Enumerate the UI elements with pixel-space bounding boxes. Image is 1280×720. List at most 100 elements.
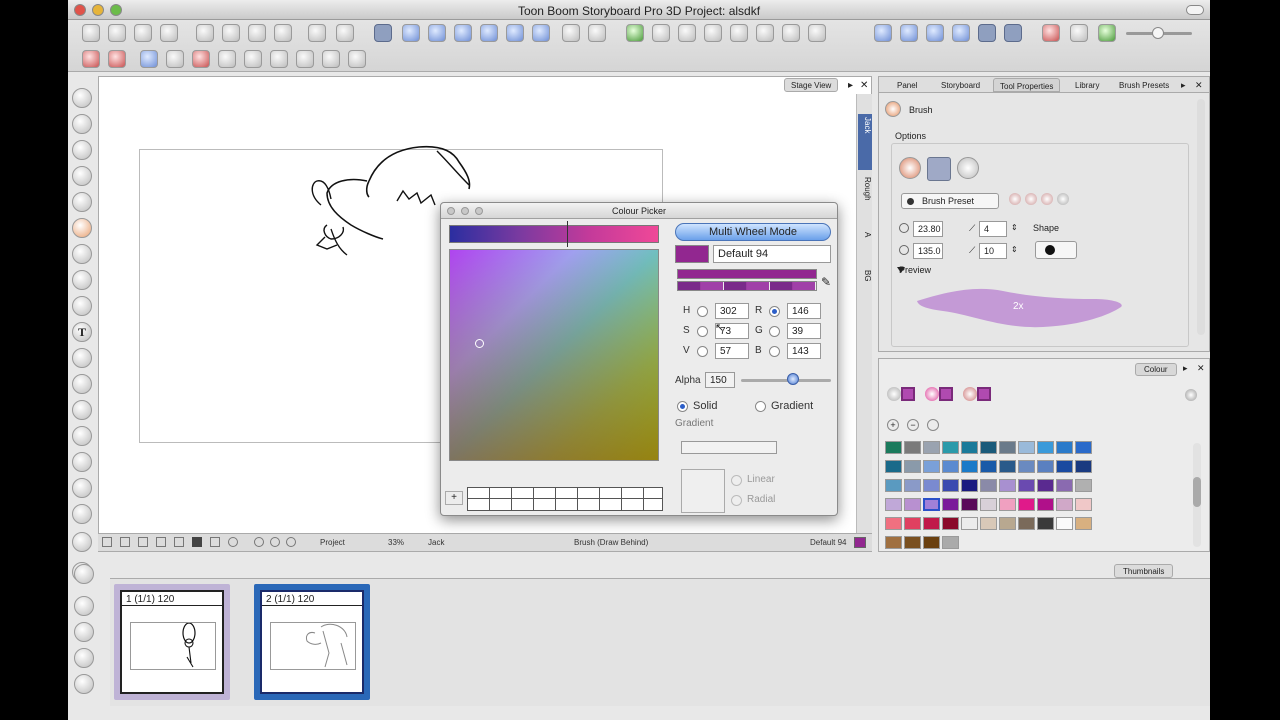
colour-swatch[interactable] bbox=[885, 517, 902, 530]
colour-swatch[interactable] bbox=[961, 479, 978, 492]
fill-colour-icon[interactable] bbox=[963, 387, 977, 401]
colour-swatch[interactable] bbox=[885, 536, 902, 549]
zoom-in-icon[interactable] bbox=[562, 24, 580, 42]
rename-preset-icon[interactable] bbox=[1041, 193, 1053, 205]
colour-swatch[interactable] bbox=[999, 517, 1016, 530]
line-tool-icon[interactable] bbox=[72, 270, 92, 290]
brush-preset-dropdown[interactable]: Brush Preset bbox=[901, 193, 999, 209]
colour-options-icon[interactable] bbox=[1185, 389, 1197, 401]
stage-view-icon[interactable] bbox=[374, 24, 392, 42]
smoothing-field[interactable]: 4 bbox=[979, 221, 1007, 237]
light-table-icon[interactable] bbox=[1070, 24, 1088, 42]
preview-disclosure-icon[interactable] bbox=[897, 267, 905, 273]
colour-swatch[interactable] bbox=[980, 498, 997, 511]
undo-icon[interactable] bbox=[308, 24, 326, 42]
minimize-dialog-button[interactable] bbox=[461, 207, 469, 215]
brush-tool-icon[interactable] bbox=[72, 218, 92, 238]
alpha-field[interactable]: 150 bbox=[705, 372, 735, 388]
pen-black-icon[interactable] bbox=[166, 50, 184, 68]
peg-icon[interactable] bbox=[1098, 24, 1116, 42]
previous-frame-icon[interactable] bbox=[900, 24, 918, 42]
tab-tool-properties[interactable]: Tool Properties bbox=[993, 78, 1061, 92]
colour-swatch[interactable] bbox=[942, 441, 959, 454]
swatch-scroll-thumb[interactable] bbox=[1193, 477, 1201, 507]
tab-storyboard[interactable]: Storyboard bbox=[935, 78, 986, 92]
delete-icon[interactable] bbox=[274, 24, 292, 42]
delete-layer-icon[interactable] bbox=[782, 24, 800, 42]
alpha-slider-thumb[interactable] bbox=[787, 373, 799, 385]
colour-swatch[interactable] bbox=[923, 441, 940, 454]
zoom-dialog-button[interactable] bbox=[475, 207, 483, 215]
panel-menu-icon[interactable]: ▸ bbox=[1181, 80, 1186, 91]
brush-tool-icon[interactable] bbox=[82, 50, 100, 68]
colour-swatch[interactable] bbox=[904, 441, 921, 454]
pen-icon[interactable] bbox=[348, 50, 366, 68]
max-size-field[interactable]: 23.80 bbox=[913, 221, 943, 237]
thumbnail-panel-selected[interactable]: 2 (1/1) 120 bbox=[254, 584, 370, 700]
colour-swatch[interactable] bbox=[1075, 441, 1092, 454]
layer-a[interactable]: A bbox=[858, 232, 872, 246]
colour-swatch[interactable] bbox=[904, 498, 921, 511]
colour-swatch[interactable] bbox=[999, 479, 1016, 492]
colour-swatch[interactable] bbox=[1075, 498, 1092, 511]
colour-swatch[interactable] bbox=[1056, 460, 1073, 473]
colour-swatch[interactable] bbox=[1037, 479, 1054, 492]
remove-colour-icon[interactable]: − bbox=[907, 419, 919, 431]
grid-view-icon[interactable] bbox=[428, 24, 446, 42]
onion-skin-icon[interactable] bbox=[1042, 24, 1060, 42]
timeline-icon[interactable] bbox=[532, 24, 550, 42]
colour-swatch[interactable] bbox=[1037, 498, 1054, 511]
open-project-icon[interactable] bbox=[108, 24, 126, 42]
split-panel-icon[interactable] bbox=[730, 24, 748, 42]
duplicate-panel-icon[interactable] bbox=[704, 24, 722, 42]
hue-marker[interactable] bbox=[567, 221, 568, 247]
colour-swatch[interactable] bbox=[942, 460, 959, 473]
colour-swatch[interactable] bbox=[1056, 517, 1073, 530]
colour-swatch[interactable] bbox=[980, 441, 997, 454]
min-size-field[interactable]: 135.0 bbox=[913, 243, 943, 259]
close-dialog-button[interactable] bbox=[447, 207, 455, 215]
close-colour-panel-icon[interactable]: ✕ bbox=[1197, 363, 1205, 374]
layer-bg[interactable]: BG bbox=[858, 270, 872, 288]
layer-rough[interactable]: Rough bbox=[858, 174, 872, 210]
colour-swatch[interactable] bbox=[904, 479, 921, 492]
colour-cursor[interactable] bbox=[475, 339, 484, 348]
toolbar-toggle-button[interactable] bbox=[1186, 5, 1204, 15]
lock-icon[interactable] bbox=[74, 648, 94, 668]
colour-swatch[interactable] bbox=[942, 498, 959, 511]
pen-blue-icon[interactable] bbox=[140, 50, 158, 68]
smoothing-stepper[interactable]: ⇕ bbox=[1011, 223, 1018, 232]
colour-swatch[interactable] bbox=[1018, 479, 1035, 492]
view-menu-icon[interactable]: ▸ bbox=[848, 80, 853, 91]
saturation-radio[interactable] bbox=[697, 326, 708, 337]
rotate-view-icon[interactable] bbox=[210, 537, 220, 547]
colour-swatch[interactable] bbox=[1018, 517, 1035, 530]
colour-swatch[interactable] bbox=[942, 536, 959, 549]
green-radio[interactable] bbox=[769, 326, 780, 337]
thumbnails-tab[interactable]: Thumbnails bbox=[1114, 564, 1174, 578]
copy-icon[interactable] bbox=[222, 24, 240, 42]
colour-swatch[interactable] bbox=[1075, 479, 1092, 492]
sound-scrub-icon[interactable] bbox=[1004, 24, 1022, 42]
colour-swatch[interactable] bbox=[923, 479, 940, 492]
pencil-colour-swatch[interactable] bbox=[939, 387, 953, 401]
safe-area-icon[interactable] bbox=[120, 537, 130, 547]
colour-swatch[interactable] bbox=[923, 536, 940, 549]
rotate-tool-icon[interactable] bbox=[72, 452, 92, 472]
zoom-slider-thumb[interactable] bbox=[1152, 27, 1164, 39]
thumbnail-panel[interactable]: 1 (1/1) 120 bbox=[114, 584, 230, 700]
gradient-radio[interactable] bbox=[755, 401, 766, 412]
colour-swatch[interactable] bbox=[961, 498, 978, 511]
close-panel-icon[interactable]: ✕ bbox=[1195, 80, 1203, 91]
new-project-icon[interactable] bbox=[82, 24, 100, 42]
field-guide-icon[interactable] bbox=[138, 537, 148, 547]
colour-swatch[interactable] bbox=[942, 479, 959, 492]
colour-swatch[interactable] bbox=[923, 498, 940, 511]
dropper-tool-icon[interactable] bbox=[72, 426, 92, 446]
save-icon[interactable] bbox=[134, 24, 152, 42]
play-icon[interactable] bbox=[926, 24, 944, 42]
pen-icon[interactable] bbox=[296, 50, 314, 68]
thumbnail-option-icon[interactable] bbox=[74, 564, 94, 584]
thickness-smoothing-field[interactable]: 10 bbox=[979, 243, 1007, 259]
repaint-mode-icon[interactable] bbox=[957, 157, 979, 179]
